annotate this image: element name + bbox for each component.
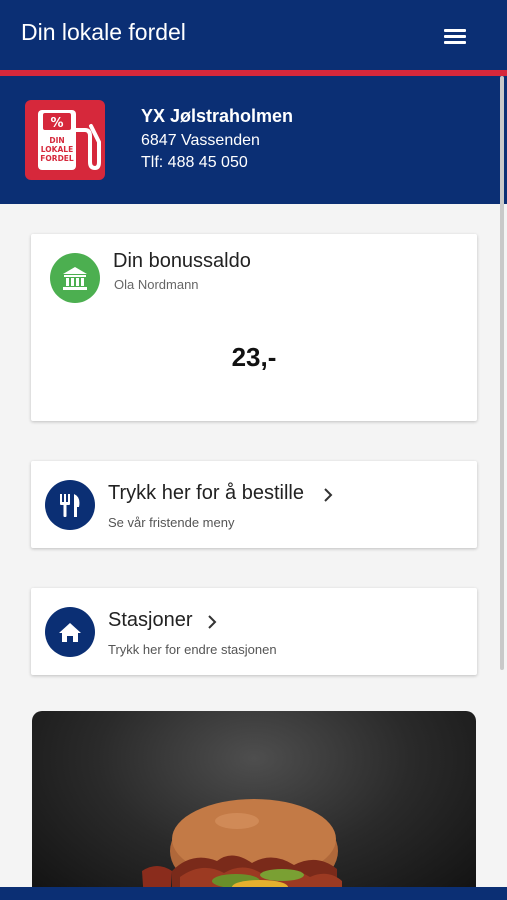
menu-button[interactable] bbox=[436, 20, 474, 52]
bottom-bar bbox=[0, 887, 507, 900]
chevron-right-icon bbox=[208, 615, 217, 629]
svg-text:DIN: DIN bbox=[49, 136, 64, 145]
app-title: Din lokale fordel bbox=[21, 19, 186, 45]
stations-title: Stasjoner bbox=[108, 609, 193, 631]
bonus-owner-name: Ola Nordmann bbox=[114, 277, 199, 292]
stations-button[interactable]: Stasjoner Trykk her for endre stasjonen bbox=[31, 588, 477, 675]
bonus-card: Din bonussaldo Ola Nordmann 23,- bbox=[31, 234, 477, 421]
order-button[interactable]: Trykk her for å bestille Se vår fristend… bbox=[31, 461, 477, 548]
chevron-right-icon bbox=[324, 488, 333, 502]
order-title: Trykk her for å bestille bbox=[108, 482, 304, 504]
cutlery-icon bbox=[45, 480, 95, 530]
svg-text:LOKALE: LOKALE bbox=[41, 145, 73, 154]
station-logo: % DIN LOKALE FORDEL bbox=[25, 100, 105, 180]
order-subtitle: Se vår fristende meny bbox=[108, 515, 235, 530]
app-bar: Din lokale fordel bbox=[0, 0, 507, 70]
scrollbar[interactable] bbox=[500, 76, 504, 670]
station-name: YX Jølstraholmen bbox=[141, 106, 294, 126]
svg-text:%: % bbox=[50, 116, 63, 131]
promo-banner[interactable] bbox=[32, 711, 476, 900]
station-address: 6847 Vassenden bbox=[141, 132, 260, 149]
home-icon bbox=[45, 607, 95, 657]
stations-subtitle: Trykk her for endre stasjonen bbox=[108, 642, 277, 657]
svg-text:FORDEL: FORDEL bbox=[40, 154, 74, 163]
bonus-amount: 23,- bbox=[231, 342, 277, 372]
bank-icon bbox=[50, 253, 100, 303]
bonus-title: Din bonussaldo bbox=[113, 250, 251, 272]
burger-photo bbox=[142, 799, 342, 900]
station-phone[interactable]: Tlf: 488 45 050 bbox=[141, 154, 248, 172]
station-banner: % DIN LOKALE FORDEL YX Jølstraholmen 684… bbox=[0, 76, 507, 204]
